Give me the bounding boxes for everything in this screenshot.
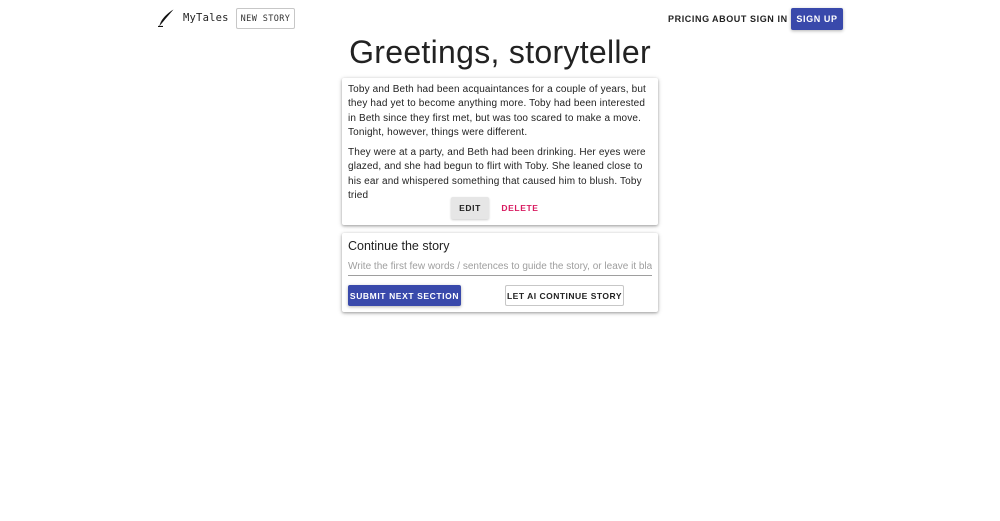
story-paragraph: Toby and Beth had been acquaintances for… xyxy=(348,84,646,138)
let-ai-continue-button[interactable]: LET AI CONTINUE STORY xyxy=(505,285,624,306)
story-guide-input[interactable] xyxy=(348,258,652,276)
delete-button[interactable]: DELETE xyxy=(499,197,541,219)
continue-story-heading: Continue the story xyxy=(348,239,450,253)
nav-sign-in-link[interactable]: SIGN IN xyxy=(750,14,788,24)
sign-up-button[interactable]: SIGN UP xyxy=(791,8,843,30)
story-card-actions: EDIT DELETE xyxy=(342,197,658,219)
story-card: Toby and Beth had been acquaintances for… xyxy=(342,78,658,225)
quill-pen-icon[interactable] xyxy=(157,9,175,28)
top-navbar: MyTales NEW STORY PRICING ABOUT SIGN IN … xyxy=(0,0,1000,38)
submit-next-section-button[interactable]: SUBMIT NEXT SECTION xyxy=(348,285,461,306)
edit-button[interactable]: EDIT xyxy=(451,197,489,219)
new-story-button[interactable]: NEW STORY xyxy=(236,8,295,29)
continue-story-card: Continue the story SUBMIT NEXT SECTION L… xyxy=(342,233,658,312)
nav-pricing-link[interactable]: PRICING xyxy=(668,14,710,24)
story-paragraph: They were at a party, and Beth had been … xyxy=(348,147,646,202)
brand-name[interactable]: MyTales xyxy=(183,12,229,24)
page-title: Greetings, storyteller xyxy=(349,34,651,70)
nav-about-link[interactable]: ABOUT xyxy=(712,14,747,24)
